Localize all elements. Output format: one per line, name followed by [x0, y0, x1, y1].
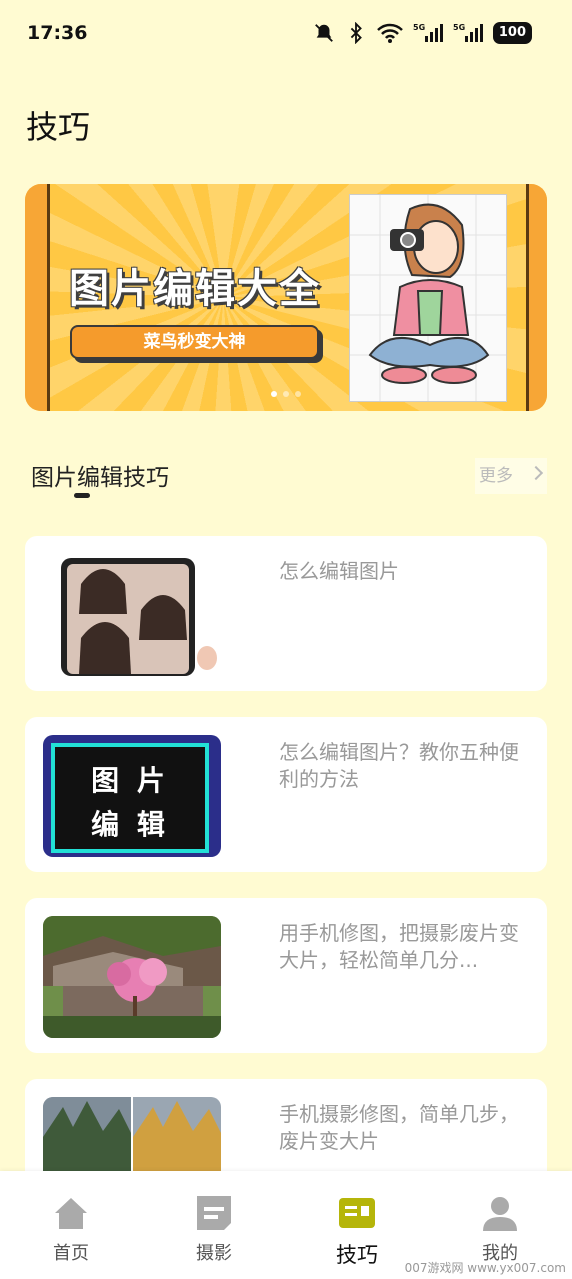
article-thumbnail	[43, 916, 221, 1038]
svg-text:5G: 5G	[453, 23, 465, 32]
banner-subtitle: 菜鸟秒变大神	[70, 325, 319, 359]
more-label: 更多	[479, 466, 513, 486]
signal-5g-icon-2: 5G	[453, 23, 483, 42]
section-title: 图片编辑技巧	[31, 465, 169, 491]
article-title: 怎么编辑图片？教你五种便利的方法	[279, 740, 519, 791]
article-title: 手机摄影修图，简单几步，废片变大片	[279, 1102, 519, 1153]
girl-with-camera-illustration	[350, 195, 506, 401]
article-thumbnail: 图 片 编 辑	[43, 735, 221, 857]
tab-label: 技巧	[336, 1243, 378, 1267]
tips-icon	[339, 1198, 375, 1228]
status-bar: 17:36 5G 5G 100	[0, 0, 572, 68]
tab-photography[interactable]: 摄影	[164, 1193, 264, 1273]
page-title: 技巧	[26, 108, 91, 146]
user-icon	[483, 1197, 517, 1231]
banner-dot[interactable]	[295, 391, 301, 397]
phone-portrait-thumbnail	[43, 554, 221, 676]
section-underline	[74, 493, 90, 498]
section-header: 图片编辑技巧 更多	[31, 458, 547, 498]
status-time: 17:36	[27, 22, 88, 44]
article-title: 怎么编辑图片	[279, 559, 399, 583]
article-card[interactable]: 图 片 编 辑 怎么编辑图片？教你五种便利的方法	[25, 717, 547, 872]
banner-stripe-left	[25, 184, 50, 411]
banner-carousel[interactable]: 图片编辑大全 菜鸟秒变大神	[25, 184, 547, 411]
banner-illustration	[349, 194, 507, 402]
thumb-frame: 图 片 编 辑	[51, 743, 209, 853]
article-card[interactable]: 怎么编辑图片	[25, 536, 547, 691]
banner-dot[interactable]	[283, 391, 289, 397]
document-icon	[197, 1196, 231, 1230]
battery-indicator: 100	[492, 22, 532, 44]
home-icon	[55, 1198, 87, 1229]
bluetooth-icon	[350, 22, 362, 44]
tab-label: 摄影	[196, 1243, 232, 1264]
tab-label: 首页	[53, 1243, 89, 1264]
chevron-right-icon	[528, 465, 544, 481]
wifi-icon	[376, 23, 403, 43]
banner-title: 图片编辑大全	[69, 266, 321, 312]
tab-tips[interactable]: 技巧	[307, 1193, 407, 1273]
signal-5g-icon: 5G	[413, 23, 443, 42]
thumb-text-line1: 图 片	[91, 764, 169, 797]
banner-pagination[interactable]	[271, 391, 301, 397]
article-card[interactable]: 用手机修图，把摄影废片变大片，轻松简单几分...	[25, 898, 547, 1053]
tab-home[interactable]: 首页	[21, 1193, 121, 1273]
article-title: 用手机修图，把摄影废片变大片，轻松简单几分...	[279, 921, 519, 972]
watermark: 007游戏网 www.yx007.com	[404, 1261, 566, 1275]
banner-stripe-right	[526, 184, 547, 411]
svg-text:5G: 5G	[413, 23, 425, 32]
bottom-tab-bar: 首页 摄影 技巧 我的 007游戏网 www.yx007.com	[0, 1171, 572, 1279]
thumb-text-line2: 编 辑	[91, 808, 169, 841]
status-icons: 5G 5G 100	[313, 22, 532, 44]
banner-dot[interactable]	[271, 391, 277, 397]
temple-blossom-thumbnail	[43, 916, 221, 1038]
more-button[interactable]: 更多	[475, 458, 547, 494]
article-thumbnail	[43, 554, 221, 676]
mute-bell-icon	[314, 24, 333, 42]
